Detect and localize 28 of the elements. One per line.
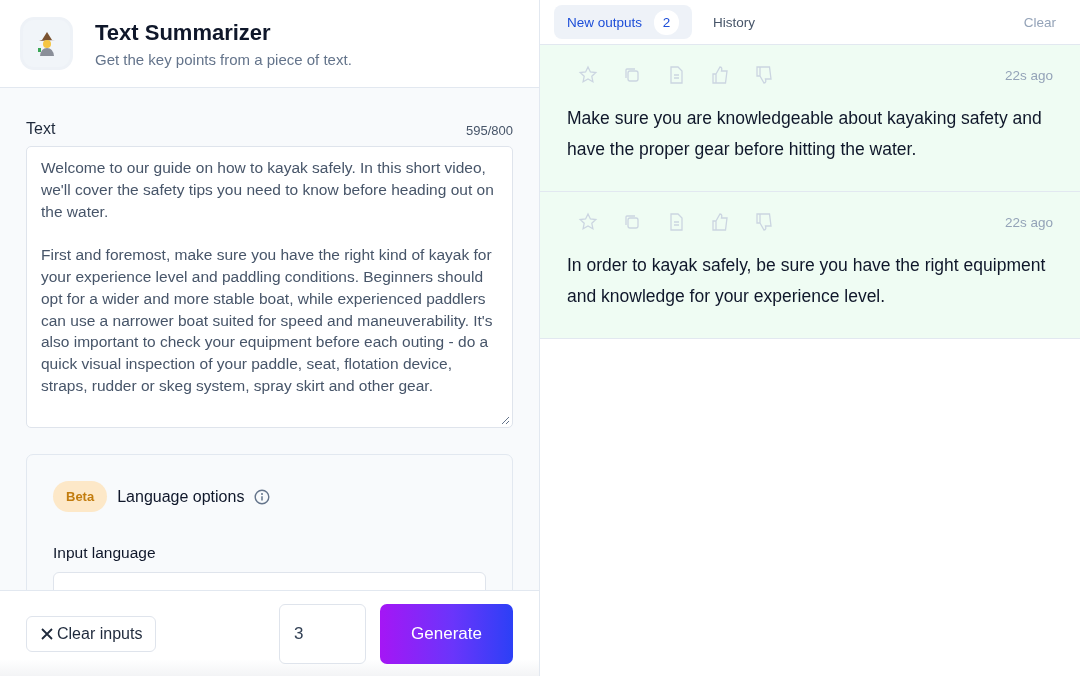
timestamp: 22s ago bbox=[1004, 214, 1053, 230]
field-label: Text bbox=[26, 120, 56, 138]
generate-button[interactable]: Generate bbox=[380, 603, 513, 664]
thumbs-up-icon[interactable] bbox=[709, 211, 731, 233]
app-title: Text Summarizer bbox=[95, 19, 272, 46]
text-area-field[interactable]: Welcome to our guide on how to kayak safely. In this short video, we'll cover the safety tips you need to know before heading out on the water. First and foremost, make sure you have the right kind of kayak for your experience level and paddling conditions. Beginners should opt for a wider and more stable boat, while experienced paddlers can use a narrower boat suited for speed and maneuverability. It's also important to check your equipment before each outing - do a quick visual inspection of your paddle, seat, flotation device, straps, rudder or skeg system, spray skirt and other gear. bbox=[26, 146, 513, 428]
section-title: Language options bbox=[117, 487, 245, 506]
star-icon[interactable] bbox=[577, 64, 599, 86]
beta-badge: Beta bbox=[53, 481, 108, 512]
count-badge: 2 bbox=[654, 9, 680, 35]
wizard-icon bbox=[36, 30, 57, 57]
output-text: Make sure you are knowledgeable about kayaking safety and have the proper gear before hitting the water. bbox=[567, 107, 1043, 161]
output-text: In order to kayak safely, be sure you have the right equipment and knowledge for your experience level. bbox=[567, 254, 1047, 308]
close-icon bbox=[40, 626, 54, 641]
tab[interactable]: History bbox=[700, 5, 769, 39]
character-counter: 595/800 bbox=[466, 123, 513, 138]
app-subtitle: Get the key points from a piece of text. bbox=[95, 50, 352, 68]
info-icon[interactable] bbox=[254, 488, 271, 505]
thumbs-up-icon[interactable] bbox=[709, 64, 731, 86]
resize-grip-icon[interactable] bbox=[501, 416, 510, 425]
clear-inputs-button[interactable]: Clear inputs bbox=[26, 615, 157, 652]
star-icon[interactable] bbox=[577, 211, 599, 233]
timestamp: 22s ago bbox=[1004, 67, 1053, 83]
tab[interactable]: New outputs 2 bbox=[554, 5, 693, 39]
field-label: Input language bbox=[53, 544, 157, 562]
thumbs-down-icon[interactable] bbox=[753, 64, 775, 86]
thumbs-down-icon[interactable] bbox=[753, 211, 775, 233]
count-input-field[interactable]: 3 bbox=[279, 603, 366, 664]
